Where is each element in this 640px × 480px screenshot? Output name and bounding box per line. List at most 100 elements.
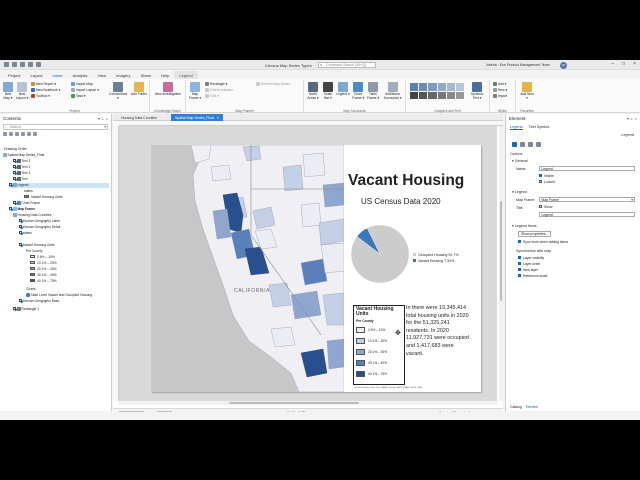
scale-bar-button[interactable]: Scale Bar ▾ xyxy=(321,82,335,101)
task-button[interactable]: Task ▾ xyxy=(71,94,85,98)
visibility-checkbox[interactable] xyxy=(13,201,16,204)
tree-item-layout[interactable]: Spatial Map Series_Final xyxy=(3,153,44,158)
connections-button[interactable]: Connections ▾ xyxy=(108,82,128,101)
visibility-checkbox[interactable] xyxy=(9,183,12,186)
contents-search-input[interactable]: ⌕ Search ▾ xyxy=(3,124,108,130)
customize-icon[interactable] xyxy=(36,62,41,67)
map-frame[interactable]: CALIFORNIA xyxy=(151,145,344,392)
lasso-shape-icon[interactable] xyxy=(455,83,464,91)
statement-text[interactable]: In there were 19,345,414 total housing u… xyxy=(406,305,472,358)
tab-insert[interactable]: Insert xyxy=(47,71,67,80)
new-report-button[interactable]: New Report ▾ xyxy=(31,82,56,86)
tree-item-layer[interactable]: Human Geography Label xyxy=(19,219,60,224)
layout-canvas[interactable]: CALIFORNIA Vacant Housing US Census Data… xyxy=(119,126,497,401)
tab-analysis[interactable]: Analysis xyxy=(67,71,92,79)
reference-scale-checkbox[interactable]: Reference scale xyxy=(518,274,548,278)
import-map-button[interactable]: Import Map xyxy=(71,82,93,86)
list-by-source-icon[interactable] xyxy=(9,132,13,136)
tab-catalog[interactable]: Catalog xyxy=(510,405,522,409)
point-shape-icon[interactable] xyxy=(410,83,419,91)
tree-item-text[interactable]: Text 1 xyxy=(13,171,30,176)
show-title-checkbox[interactable]: Show xyxy=(539,205,552,209)
table-frame-button[interactable]: Table Frame ▾ xyxy=(366,82,380,101)
refresh-map-series-button[interactable]: Refresh Map Series xyxy=(256,82,290,86)
legend-button[interactable]: Legend ▾ xyxy=(336,82,350,97)
import-style-button[interactable]: Import xyxy=(493,94,507,98)
tree-item-map[interactable]: Housing Data Counties xyxy=(13,213,51,218)
straight-text-icon[interactable] xyxy=(419,91,428,99)
visibility-checkbox[interactable] xyxy=(13,159,16,162)
tab-legend-properties[interactable]: Legend xyxy=(510,125,523,130)
list-by-drawing-order-icon[interactable] xyxy=(3,132,7,136)
pin-icon[interactable]: ▾ ⊥ × xyxy=(98,116,108,121)
add-style-button[interactable]: Add ▾ xyxy=(493,82,506,86)
rectangle-button[interactable]: Rectangle ▾ xyxy=(205,82,227,86)
tree-item-layer[interactable]: Human Geography Detail xyxy=(19,225,60,230)
tree-item-legend[interactable]: Legend xyxy=(9,183,109,188)
filter-icon[interactable]: ▾ xyxy=(104,125,106,129)
scrollbar-thumb[interactable] xyxy=(229,402,359,404)
title-field[interactable]: Legend xyxy=(539,212,635,217)
save-icon[interactable] xyxy=(12,62,17,67)
locked-checkbox[interactable]: Locked xyxy=(539,180,555,184)
layout-page[interactable]: CALIFORNIA Vacant Housing US Census Data… xyxy=(151,145,481,392)
text-tool-icon[interactable] xyxy=(410,91,419,99)
pin-icon[interactable]: ▾ ⊥ × xyxy=(627,116,637,121)
close-icon[interactable]: × xyxy=(217,116,219,120)
tab-housing-data-counties[interactable]: Housing Data Counties xyxy=(117,114,161,121)
toolbox-button[interactable]: Toolbox ▾ xyxy=(31,94,50,98)
new-layer-checkbox[interactable]: New layer xyxy=(518,268,538,272)
tree-item-chart[interactable]: State Level Vacant and Occupied Housing xyxy=(26,293,92,298)
tree-item-layer[interactable]: Vacant Housing Units xyxy=(24,195,62,200)
dynamic-text-button[interactable]: Dynamic Text ▾ xyxy=(468,82,486,101)
legend-section[interactable]: ▾ Legend xyxy=(512,190,527,194)
tab-help[interactable]: Help xyxy=(156,71,174,79)
north-arrow-button[interactable]: North Arrow ▾ xyxy=(306,82,320,101)
vertical-scrollbar[interactable] xyxy=(499,126,503,401)
maximize-icon[interactable]: □ xyxy=(622,62,625,67)
tree-item-layer[interactable]: states xyxy=(19,231,32,236)
layer-order-checkbox[interactable]: Layer order xyxy=(518,262,540,266)
command-search[interactable]: ⌕ Command Search (Alt+Q) xyxy=(318,62,376,68)
list-by-editing-icon[interactable] xyxy=(21,132,25,136)
map-frame-select[interactable]: Map Frame ▾ xyxy=(539,197,635,202)
new-map-button[interactable]: New Map ▾ xyxy=(2,82,14,101)
callout-text-icon[interactable] xyxy=(437,91,446,99)
ellipse-shape-icon[interactable] xyxy=(446,83,455,91)
tree-item-layer[interactable]: Human Geography Base xyxy=(19,299,59,304)
visible-checkbox[interactable]: Visible xyxy=(539,174,554,178)
open-icon[interactable] xyxy=(4,62,9,67)
layout-title[interactable]: Vacant Housing xyxy=(348,172,464,190)
add-folder-button[interactable]: Add Folder xyxy=(130,82,148,97)
list-by-labeling-icon[interactable] xyxy=(33,132,37,136)
tree-item-layer[interactable]: states xyxy=(24,189,33,194)
tab-project[interactable]: Project xyxy=(3,71,25,79)
tab-text-symbol[interactable]: Text Symbol xyxy=(529,125,550,130)
tab-layout[interactable]: Layout xyxy=(25,71,47,79)
polygon-shape-icon[interactable] xyxy=(428,83,437,91)
visibility-checkbox[interactable] xyxy=(13,171,16,174)
tree-item-map-frame[interactable]: Map Frame xyxy=(9,207,35,212)
tree-item-rectangle[interactable]: Rectangle 1 xyxy=(13,307,39,312)
tab-legend[interactable]: Legend xyxy=(174,71,198,79)
visibility-checkbox[interactable] xyxy=(13,165,16,168)
close-icon[interactable]: × xyxy=(633,62,636,67)
tree-item-chart-frame[interactable]: Chart Frame xyxy=(13,201,40,206)
undo-icon[interactable] xyxy=(20,62,25,67)
horizontal-scrollbar[interactable] xyxy=(119,401,497,405)
add-item-button[interactable]: Add Item ▾ xyxy=(520,82,534,101)
general-section[interactable]: ▾ General xyxy=(512,159,528,163)
new-style-button[interactable]: New ▾ xyxy=(493,88,507,92)
curved-text-icon[interactable] xyxy=(428,91,437,99)
additional-surrounds-button[interactable]: Additional Surrounds ▾ xyxy=(381,82,404,101)
pie-chart-frame[interactable] xyxy=(350,224,410,284)
sync-fonts-checkbox[interactable]: Sync fonts when adding items xyxy=(518,240,568,244)
tab-element[interactable]: Element xyxy=(526,405,538,409)
circle-shape-icon[interactable] xyxy=(437,83,446,91)
tab-view[interactable]: View xyxy=(92,71,111,79)
legend-element[interactable]: Vacant Housing Units Per County 2.6% – 1… xyxy=(353,305,405,385)
redo-icon[interactable] xyxy=(28,62,33,67)
minimize-icon[interactable]: – xyxy=(611,62,614,67)
list-by-selection-icon[interactable] xyxy=(15,132,19,136)
import-layout-button[interactable]: Import Layout ▾ xyxy=(71,88,99,92)
